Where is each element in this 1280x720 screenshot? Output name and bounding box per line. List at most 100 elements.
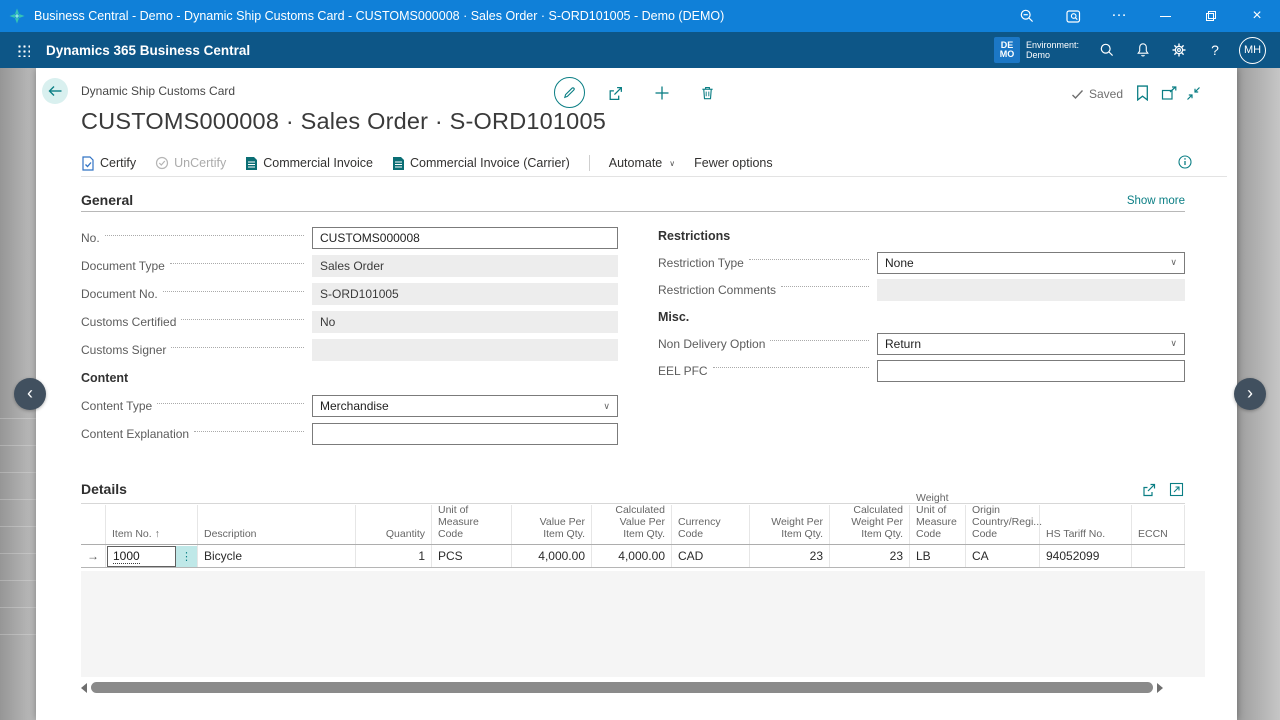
app-launcher-button[interactable] [0, 32, 46, 68]
automate-menu[interactable]: Automate ∨ [609, 156, 675, 170]
restore-button[interactable] [1188, 0, 1234, 32]
column-header-calc-weight-per-item[interactable]: Calculated Weight Per Item Qty. [829, 505, 909, 544]
certify-icon [81, 156, 95, 171]
origin-country-cell[interactable]: CA [965, 545, 1039, 567]
eccn-cell[interactable] [1131, 545, 1185, 567]
scroll-right-arrow-icon[interactable] [1157, 683, 1163, 693]
weight-per-item-cell[interactable]: 23 [749, 545, 829, 567]
description-cell[interactable]: Bicycle [197, 545, 355, 567]
collapse-page-button[interactable] [1184, 84, 1202, 102]
general-section-heading[interactable]: General [81, 192, 133, 208]
share-button[interactable] [606, 84, 624, 102]
chevron-down-icon: ∨ [603, 401, 610, 412]
minimize-button[interactable] [1142, 0, 1188, 32]
column-header-quantity[interactable]: Quantity [355, 505, 431, 544]
misc-subheading: Misc. [658, 310, 689, 324]
search-button[interactable] [1089, 32, 1125, 68]
column-header-calc-value-per-item[interactable]: Calculated Value Per Item Qty. [591, 505, 671, 544]
share-icon [1141, 482, 1157, 498]
column-header-weight-per-item[interactable]: Weight Per Item Qty. [749, 505, 829, 544]
uom-code-cell[interactable]: PCS [431, 545, 511, 567]
uncertify-label: UnCertify [174, 156, 226, 170]
check-icon [1071, 89, 1084, 100]
find-in-app-button[interactable] [1050, 0, 1096, 32]
customs-signer-field [312, 339, 618, 361]
column-header-uom-code[interactable]: Unit of Measure Code [431, 505, 511, 544]
customs-certified-field: No [312, 311, 618, 333]
scroll-left-arrow-icon[interactable] [81, 683, 87, 693]
no-field[interactable]: CUSTOMS000008 [312, 227, 618, 249]
calc-weight-per-item-cell[interactable]: 23 [829, 545, 909, 567]
item-no-input[interactable]: 1000 [107, 546, 176, 567]
non-delivery-option-value: Return [885, 337, 921, 351]
column-header-eccn[interactable]: ECCN [1131, 505, 1185, 544]
eel-pfc-field[interactable] [877, 360, 1185, 382]
back-button[interactable] [42, 78, 68, 104]
info-icon [1178, 155, 1192, 169]
titlebar-more-button[interactable]: … [1096, 0, 1142, 32]
column-header-description[interactable]: Description [197, 505, 355, 544]
column-header-origin-country[interactable]: Origin Country/Regi... Code [965, 505, 1039, 544]
value-per-item-cell[interactable]: 4,000.00 [511, 545, 591, 567]
action-bar-info-button[interactable] [1178, 155, 1192, 174]
fewer-options-action[interactable]: Fewer options [694, 156, 773, 170]
item-no-cell[interactable]: 1000 ⋮ [105, 545, 197, 567]
field-row-restriction-type: Restriction Type None ∨ [658, 249, 1185, 276]
field-row-customs-signer: Customs Signer [81, 336, 618, 364]
edit-button[interactable] [554, 77, 585, 108]
notifications-button[interactable] [1125, 32, 1161, 68]
environment-badge[interactable]: DE MO [994, 37, 1020, 63]
column-header-currency-code[interactable]: Currency Code [671, 505, 749, 544]
restrictions-subheading: Restrictions [658, 229, 730, 243]
column-header-value-per-item[interactable]: Value Per Item Qty. [511, 505, 591, 544]
bookmark-button[interactable] [1133, 84, 1151, 102]
item-no-link[interactable]: 1000 [113, 549, 140, 564]
content-explanation-field[interactable] [312, 423, 618, 445]
weight-uom-code-cell[interactable]: LB [909, 545, 965, 567]
commercial-invoice-carrier-action[interactable]: Commercial Invoice (Carrier) [392, 156, 570, 171]
horizontal-scrollbar[interactable] [81, 681, 1191, 694]
row-indicator-header [81, 505, 105, 544]
details-share-button[interactable] [1141, 482, 1157, 498]
field-label: No. [81, 231, 105, 245]
item-more-options-button[interactable]: ⋮ [176, 546, 197, 567]
help-button[interactable]: ? [1197, 32, 1233, 68]
calc-value-per-item-value: 4,000.00 [618, 549, 665, 563]
field-row-eel-pfc: EEL PFC [658, 357, 1185, 384]
non-delivery-option-select[interactable]: Return ∨ [877, 333, 1185, 355]
certify-action[interactable]: Certify [81, 156, 136, 171]
delete-button[interactable] [698, 84, 716, 102]
column-label: Calculated Weight Per Item Qty. [836, 504, 903, 540]
commercial-invoice-action[interactable]: Commercial Invoice [245, 156, 373, 171]
currency-code-cell[interactable]: CAD [671, 545, 749, 567]
column-label: Origin Country/Regi... Code [972, 504, 1042, 540]
scrollbar-thumb[interactable] [91, 682, 1153, 693]
column-header-hs-tariff[interactable]: HS Tariff No. [1039, 505, 1131, 544]
product-title[interactable]: Dynamics 365 Business Central [46, 43, 250, 58]
user-avatar[interactable]: MH [1239, 37, 1266, 64]
weight-per-item-value: 23 [810, 549, 823, 563]
quantity-cell[interactable]: 1 [355, 545, 431, 567]
details-expand-button[interactable] [1169, 482, 1185, 498]
details-section-heading[interactable]: Details [81, 481, 127, 497]
open-in-new-window-button[interactable] [1160, 84, 1178, 102]
restriction-type-select[interactable]: None ∨ [877, 252, 1185, 274]
zoom-search-button[interactable] [1004, 0, 1050, 32]
field-row-customs-certified: Customs Certified No [81, 308, 618, 336]
content-type-select[interactable]: Merchandise ∨ [312, 395, 618, 417]
column-header-weight-uom-code[interactable]: Weight Unit of Measure Code [909, 505, 965, 544]
column-header-item-no[interactable]: Item No. ↑ [105, 505, 197, 544]
hs-tariff-cell[interactable]: 94052099 [1039, 545, 1131, 567]
app-frame-search-icon [1065, 8, 1082, 25]
breadcrumb[interactable]: Dynamic Ship Customs Card [81, 84, 235, 98]
sort-ascending-icon: ↑ [155, 528, 160, 540]
new-button[interactable] [653, 84, 671, 102]
calc-value-per-item-cell[interactable]: 4,000.00 [591, 545, 671, 567]
dotted-leader [749, 259, 869, 260]
show-more-link[interactable]: Show more [1127, 195, 1185, 207]
close-button[interactable]: × [1234, 0, 1280, 32]
document-type-value: Sales Order [320, 259, 384, 273]
next-record-button[interactable]: › [1234, 378, 1266, 410]
settings-button[interactable] [1161, 32, 1197, 68]
previous-record-button[interactable]: ‹ [14, 378, 46, 410]
